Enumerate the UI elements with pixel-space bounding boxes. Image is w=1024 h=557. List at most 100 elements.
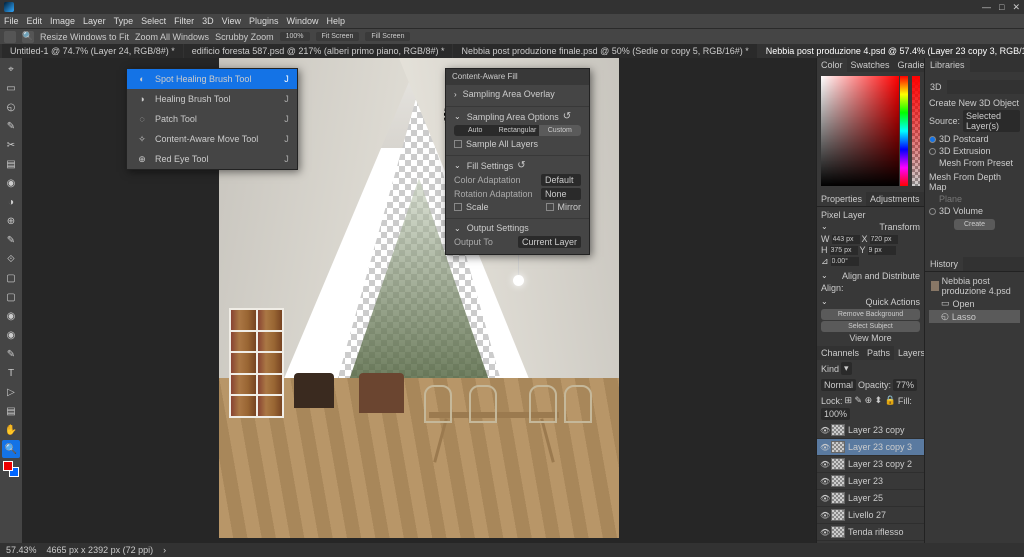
tool-marquee[interactable]: ▭ (2, 79, 20, 97)
tool-heal[interactable]: ◑ (2, 193, 20, 211)
tab-properties[interactable]: Properties (817, 192, 866, 206)
menu-view[interactable]: View (222, 16, 241, 26)
radio-extrusion[interactable] (929, 148, 936, 155)
status-zoom[interactable]: 57.43% (6, 545, 37, 555)
btn-fill[interactable]: Fill Screen (365, 32, 410, 41)
menu-file[interactable]: File (4, 16, 19, 26)
tab-color[interactable]: Color (817, 58, 847, 72)
flyout-healing-brush[interactable]: ◑Healing Brush ToolJ (127, 89, 297, 109)
tab-libraries[interactable]: Libraries (925, 58, 970, 72)
dd-output-to[interactable]: Current Layer (518, 236, 581, 248)
transform-h[interactable] (830, 246, 858, 255)
btn-fit[interactable]: Fit Screen (316, 32, 360, 41)
layer-row[interactable]: 👁Tenda riflesso (817, 524, 924, 541)
tab-3d[interactable]: 3D (925, 80, 947, 94)
tool-move[interactable]: ⌖ (2, 60, 20, 78)
tool-dodge[interactable]: ◉ (2, 326, 20, 344)
menu-select[interactable]: Select (141, 16, 166, 26)
menu-image[interactable]: Image (50, 16, 75, 26)
opt-resize[interactable]: Resize Windows to Fit (40, 32, 129, 42)
seg-rect[interactable]: Rectangular (496, 125, 538, 136)
prop-qa[interactable]: Quick Actions (865, 297, 920, 307)
tab-swatches[interactable]: Swatches (847, 58, 894, 72)
doc-tab-3[interactable]: Nebbia post produzione 4.psd @ 57.4% (La… (758, 44, 1024, 58)
layer-row[interactable]: 👁Layer 23 copy 3 (817, 439, 924, 456)
menu-help[interactable]: Help (327, 16, 346, 26)
tool-eyedrop[interactable]: ◉ (2, 174, 20, 192)
tool-shape[interactable]: ▤ (2, 402, 20, 420)
qa-remove-bg[interactable]: Remove Background (821, 309, 920, 320)
menu-filter[interactable]: Filter (174, 16, 194, 26)
menu-plugins[interactable]: Plugins (249, 16, 279, 26)
radio-postcard[interactable] (929, 136, 936, 143)
opacity-value[interactable]: 77% (893, 379, 917, 391)
tool-brush[interactable]: ⊕ (2, 212, 20, 230)
tool-path[interactable]: ▷ (2, 383, 20, 401)
tool-blur[interactable]: ◉ (2, 307, 20, 325)
layer-row[interactable]: 👁Livello 27 (817, 507, 924, 524)
tool-crop[interactable]: ✂ (2, 136, 20, 154)
zoom-tool-icon[interactable]: 🔍 (22, 31, 34, 43)
flyout-red-eye[interactable]: ⊕Red Eye ToolJ (127, 149, 297, 169)
transform-y[interactable] (868, 246, 896, 255)
flyout-spot-healing[interactable]: ◐Spot Healing Brush ToolJ (127, 69, 297, 89)
maximize-icon[interactable]: □ (999, 2, 1004, 13)
tool-type[interactable]: T (2, 364, 20, 382)
transform-x[interactable] (870, 235, 898, 244)
close-icon[interactable]: ✕ (1012, 2, 1020, 13)
tool-lasso[interactable]: ◵ (2, 98, 20, 116)
tool-history[interactable]: ⟐ (2, 250, 20, 268)
cb-sample-all[interactable] (454, 140, 462, 148)
tab-paths[interactable]: Paths (863, 346, 894, 360)
seg-auto[interactable]: Auto (454, 125, 496, 136)
3d-source[interactable]: Selected Layer(s) (963, 110, 1020, 132)
menu-layer[interactable]: Layer (83, 16, 106, 26)
caf-output-toggle[interactable]: Output Settings (454, 223, 581, 233)
opt-zoomall[interactable]: Zoom All Windows (135, 32, 209, 42)
minimize-icon[interactable]: — (982, 2, 991, 13)
3d-create-button[interactable]: Create (954, 219, 995, 230)
menu-type[interactable]: Type (114, 16, 134, 26)
cb-scale[interactable] (454, 203, 462, 211)
tab-history[interactable]: History (925, 257, 963, 271)
history-item[interactable]: ◵ Lasso (929, 310, 1020, 323)
tool-wand[interactable]: ✎ (2, 117, 20, 135)
window-controls[interactable]: — □ ✕ (982, 2, 1020, 13)
home-icon[interactable] (4, 31, 16, 43)
transform-angle[interactable] (831, 257, 859, 266)
layers-filter[interactable]: ▾ (841, 362, 852, 375)
tool-zoom[interactable]: 🔍 (2, 440, 20, 458)
qa-view-more[interactable]: View More (821, 333, 920, 343)
history-item[interactable]: ▭ Open (929, 297, 1020, 310)
color-picker[interactable] (817, 72, 924, 192)
tool-eraser[interactable]: ▢ (2, 269, 20, 287)
color-swatch[interactable] (3, 461, 19, 477)
doc-tab-1[interactable]: edificio foresta 587.psd @ 217% (alberi … (184, 44, 453, 58)
opt-scrubby[interactable]: Scrubby Zoom (215, 32, 274, 42)
caf-fill-toggle[interactable]: Fill Settings↺ (454, 160, 581, 171)
tool-gradient[interactable]: ▢ (2, 288, 20, 306)
prop-transform[interactable]: Transform (879, 222, 920, 232)
caf-options-toggle[interactable]: Sampling Area Options↺ (454, 111, 581, 122)
caf-overlay-toggle[interactable]: Sampling Area Overlay (454, 89, 581, 99)
layer-row[interactable]: 👁Layer 23 copy (817, 422, 924, 439)
dd-color-adapt[interactable]: Default (541, 174, 581, 186)
radio-volume[interactable] (929, 208, 936, 215)
blend-mode[interactable]: Normal (821, 379, 856, 391)
flyout-patch[interactable]: ◌Patch ToolJ (127, 109, 297, 129)
layer-row[interactable]: 👁Layer 23 copy 2 (817, 456, 924, 473)
menu-3d[interactable]: 3D (202, 16, 214, 26)
status-chevron[interactable]: › (163, 545, 166, 555)
tool-frame[interactable]: ▤ (2, 155, 20, 173)
seg-custom[interactable]: Custom (539, 125, 581, 136)
tool-pen[interactable]: ✎ (2, 345, 20, 363)
layer-row[interactable]: 👁Layer 23 (817, 473, 924, 490)
fill-value[interactable]: 100% (821, 408, 850, 420)
tool-hand[interactable]: ✋ (2, 421, 20, 439)
transform-w[interactable] (832, 235, 860, 244)
layer-row[interactable]: 👁Layer 25 (817, 490, 924, 507)
tab-adjustments[interactable]: Adjustments (866, 192, 924, 206)
flyout-content-aware-move[interactable]: ✧Content-Aware Move ToolJ (127, 129, 297, 149)
tab-channels[interactable]: Channels (817, 346, 863, 360)
tool-stamp[interactable]: ✎ (2, 231, 20, 249)
